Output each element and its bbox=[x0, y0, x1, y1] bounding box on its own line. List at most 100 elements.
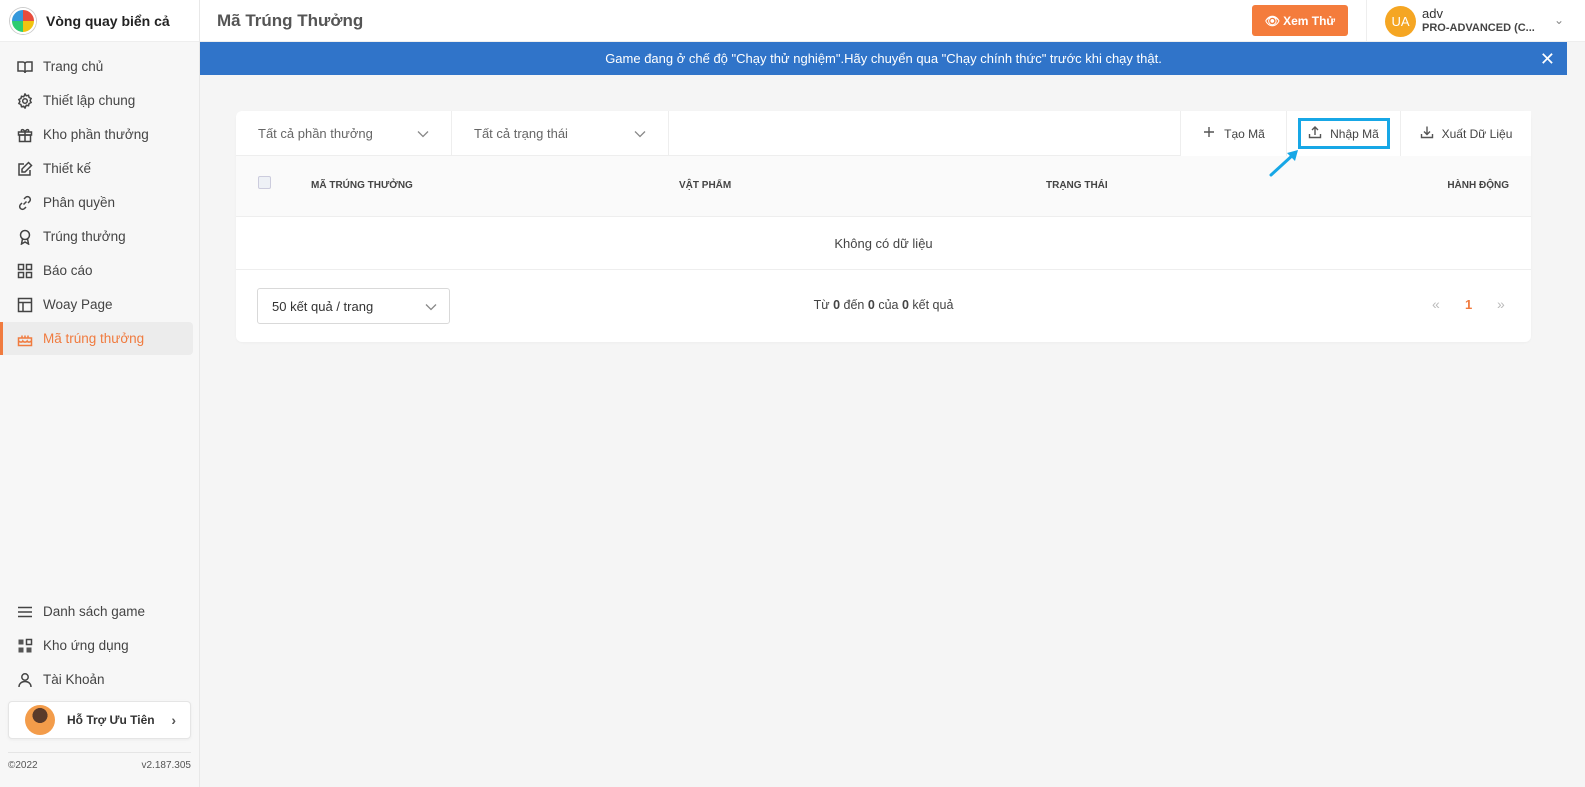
sidebar-item-label: Trang chủ bbox=[43, 59, 104, 74]
sidebar-item-winners[interactable]: Trúng thưởng bbox=[0, 220, 193, 253]
sidebar-item-label: Danh sách game bbox=[43, 604, 146, 619]
annotation-arrow-icon bbox=[1269, 150, 1298, 177]
avatar: UA bbox=[1385, 5, 1416, 37]
column-header-actions: HÀNH ĐỘNG bbox=[1447, 180, 1509, 191]
sidebar-bottom-nav: Danh sách game Kho ứng dụng Tài Khoản bbox=[0, 595, 200, 697]
sidebar-item-label: Trúng thưởng bbox=[43, 229, 126, 244]
sidebar-item-rewards[interactable]: Kho phần thưởng bbox=[0, 118, 193, 151]
plus-icon bbox=[1202, 125, 1216, 142]
cake-icon bbox=[17, 331, 33, 347]
toolbar-spacer bbox=[669, 111, 1181, 155]
book-icon bbox=[17, 59, 33, 75]
top-header: Mã Trúng Thưởng 👁 Xem Thử UA adv PRO-ADV… bbox=[200, 0, 1585, 42]
edit-icon bbox=[17, 160, 33, 177]
sidebar-item-account[interactable]: Tài Khoản bbox=[0, 663, 194, 696]
column-header-code: MÃ TRÚNG THƯỞNG bbox=[311, 180, 413, 191]
summary-prefix: Từ bbox=[813, 298, 830, 312]
sidebar-item-label: Mã trúng thưởng bbox=[43, 331, 145, 346]
award-icon bbox=[17, 229, 33, 245]
import-highlight-box: Nhập Mã bbox=[1297, 118, 1390, 149]
sidebar-item-game-list[interactable]: Danh sách game bbox=[0, 595, 194, 628]
reward-filter-value: Tất cả phần thưởng bbox=[258, 126, 373, 141]
summary-to-word: đến bbox=[843, 298, 865, 312]
gift-icon bbox=[17, 127, 33, 143]
chevron-down-icon bbox=[634, 126, 646, 141]
sidebar-item-prize-codes[interactable]: Mã trúng thưởng bbox=[0, 322, 193, 355]
chevron-right-icon: › bbox=[171, 712, 176, 728]
test-mode-banner: Game đang ở chế độ "Chạy thử nghiệm".Hãy… bbox=[200, 42, 1567, 75]
link-icon bbox=[17, 195, 33, 211]
summary-to: 0 bbox=[867, 298, 875, 312]
summary-of-word: của bbox=[878, 298, 899, 312]
sidebar-item-label: Thiết kế bbox=[43, 161, 92, 176]
column-header-item: VẬT PHẨM bbox=[679, 180, 732, 191]
chevron-down-icon bbox=[417, 126, 429, 141]
sidebar: Vòng quay biển cả Trang chủ Thiết lập ch… bbox=[0, 0, 200, 787]
copyright: ©2022 bbox=[8, 760, 38, 771]
sidebar-footer: ©2022 v2.187.305 bbox=[8, 752, 191, 771]
summary-from: 0 bbox=[833, 298, 841, 312]
export-data-label: Xuất Dữ Liệu bbox=[1441, 126, 1513, 141]
toolbar: Tất cả phần thưởng Tất cả trạng thái Tạo… bbox=[236, 111, 1531, 156]
user-plan: PRO-ADVANCED (C... bbox=[1422, 22, 1535, 34]
import-code-label: Nhập Mã bbox=[1330, 126, 1379, 141]
user-info: adv PRO-ADVANCED (C... bbox=[1422, 6, 1535, 36]
sidebar-item-label: Báo cáo bbox=[43, 263, 93, 278]
prize-codes-card: Tất cả phần thưởng Tất cả trạng thái Tạo… bbox=[236, 111, 1531, 342]
status-filter-value: Tất cả trạng thái bbox=[474, 126, 568, 141]
brand-name: Vòng quay biển cả bbox=[46, 12, 170, 29]
next-page-button[interactable]: » bbox=[1497, 296, 1505, 312]
select-all-checkbox[interactable] bbox=[258, 176, 271, 189]
user-icon bbox=[17, 672, 33, 688]
sidebar-item-label: Tài Khoản bbox=[43, 672, 105, 687]
layout-icon bbox=[17, 297, 33, 313]
sidebar-item-permissions[interactable]: Phân quyền bbox=[0, 186, 193, 219]
sidebar-item-label: Thiết lập chung bbox=[43, 93, 136, 108]
prev-page-button[interactable]: « bbox=[1432, 296, 1440, 312]
sidebar-item-home[interactable]: Trang chủ bbox=[0, 50, 193, 83]
empty-state: Không có dữ liệu bbox=[236, 217, 1531, 270]
reward-filter-select[interactable]: Tất cả phần thưởng bbox=[236, 111, 452, 156]
pagination: 50 kết quả / trang Từ 0 đến 0 của 0 kết … bbox=[236, 270, 1531, 342]
sidebar-item-woay-page[interactable]: Woay Page bbox=[0, 288, 193, 321]
user-menu[interactable]: UA adv PRO-ADVANCED (C... ⌄ bbox=[1366, 0, 1566, 42]
result-summary: Từ 0 đến 0 của 0 kết quả bbox=[236, 298, 1531, 312]
download-icon bbox=[1420, 125, 1434, 142]
summary-suffix: kết quả bbox=[912, 298, 954, 312]
close-icon[interactable]: ✕ bbox=[1540, 49, 1555, 70]
sidebar-item-settings[interactable]: Thiết lập chung bbox=[0, 84, 193, 117]
chevron-down-icon: ⌄ bbox=[1553, 13, 1564, 27]
summary-total: 0 bbox=[901, 298, 909, 312]
preview-label: Xem Thử bbox=[1283, 13, 1336, 28]
column-header-status: TRẠNG THÁI bbox=[1046, 180, 1108, 191]
gear-icon bbox=[17, 92, 33, 109]
sidebar-item-label: Phân quyền bbox=[43, 195, 116, 210]
sidebar-item-label: Kho phần thưởng bbox=[43, 127, 149, 142]
apps-icon bbox=[17, 638, 33, 654]
menu-icon bbox=[17, 604, 33, 620]
page-title: Mã Trúng Thưởng bbox=[217, 11, 364, 30]
sidebar-item-label: Kho ứng dụng bbox=[43, 638, 129, 653]
page-number-1[interactable]: 1 bbox=[1465, 297, 1472, 312]
sidebar-item-app-store[interactable]: Kho ứng dụng bbox=[0, 629, 194, 662]
import-code-button[interactable]: Nhập Mã bbox=[1287, 111, 1401, 156]
create-code-label: Tạo Mã bbox=[1224, 126, 1265, 141]
brand[interactable]: Vòng quay biển cả bbox=[0, 0, 199, 42]
priority-support-button[interactable]: Hỗ Trợ Ưu Tiên › bbox=[8, 701, 191, 739]
app-version: v2.187.305 bbox=[141, 760, 192, 771]
sidebar-item-reports[interactable]: Báo cáo bbox=[0, 254, 193, 287]
eye-icon: 👁 bbox=[1264, 13, 1281, 28]
banner-text: Game đang ở chế độ "Chạy thử nghiệm".Hãy… bbox=[605, 51, 1162, 66]
grid-icon bbox=[17, 263, 33, 279]
sidebar-item-design[interactable]: Thiết kế bbox=[0, 152, 193, 185]
preview-button[interactable]: 👁 Xem Thử bbox=[1252, 5, 1348, 36]
support-label: Hỗ Trợ Ưu Tiên bbox=[67, 713, 155, 727]
upload-icon bbox=[1308, 125, 1322, 142]
sidebar-item-label: Woay Page bbox=[43, 297, 113, 312]
user-name: adv bbox=[1422, 6, 1443, 21]
wheel-logo-icon bbox=[10, 7, 36, 34]
export-data-button[interactable]: Xuất Dữ Liệu bbox=[1401, 111, 1531, 156]
status-filter-select[interactable]: Tất cả trạng thái bbox=[452, 111, 669, 156]
table-header: MÃ TRÚNG THƯỞNG VẬT PHẨM TRẠNG THÁI HÀNH… bbox=[236, 156, 1531, 217]
sidebar-nav: Trang chủ Thiết lập chung Kho phần thưởn… bbox=[0, 42, 199, 355]
